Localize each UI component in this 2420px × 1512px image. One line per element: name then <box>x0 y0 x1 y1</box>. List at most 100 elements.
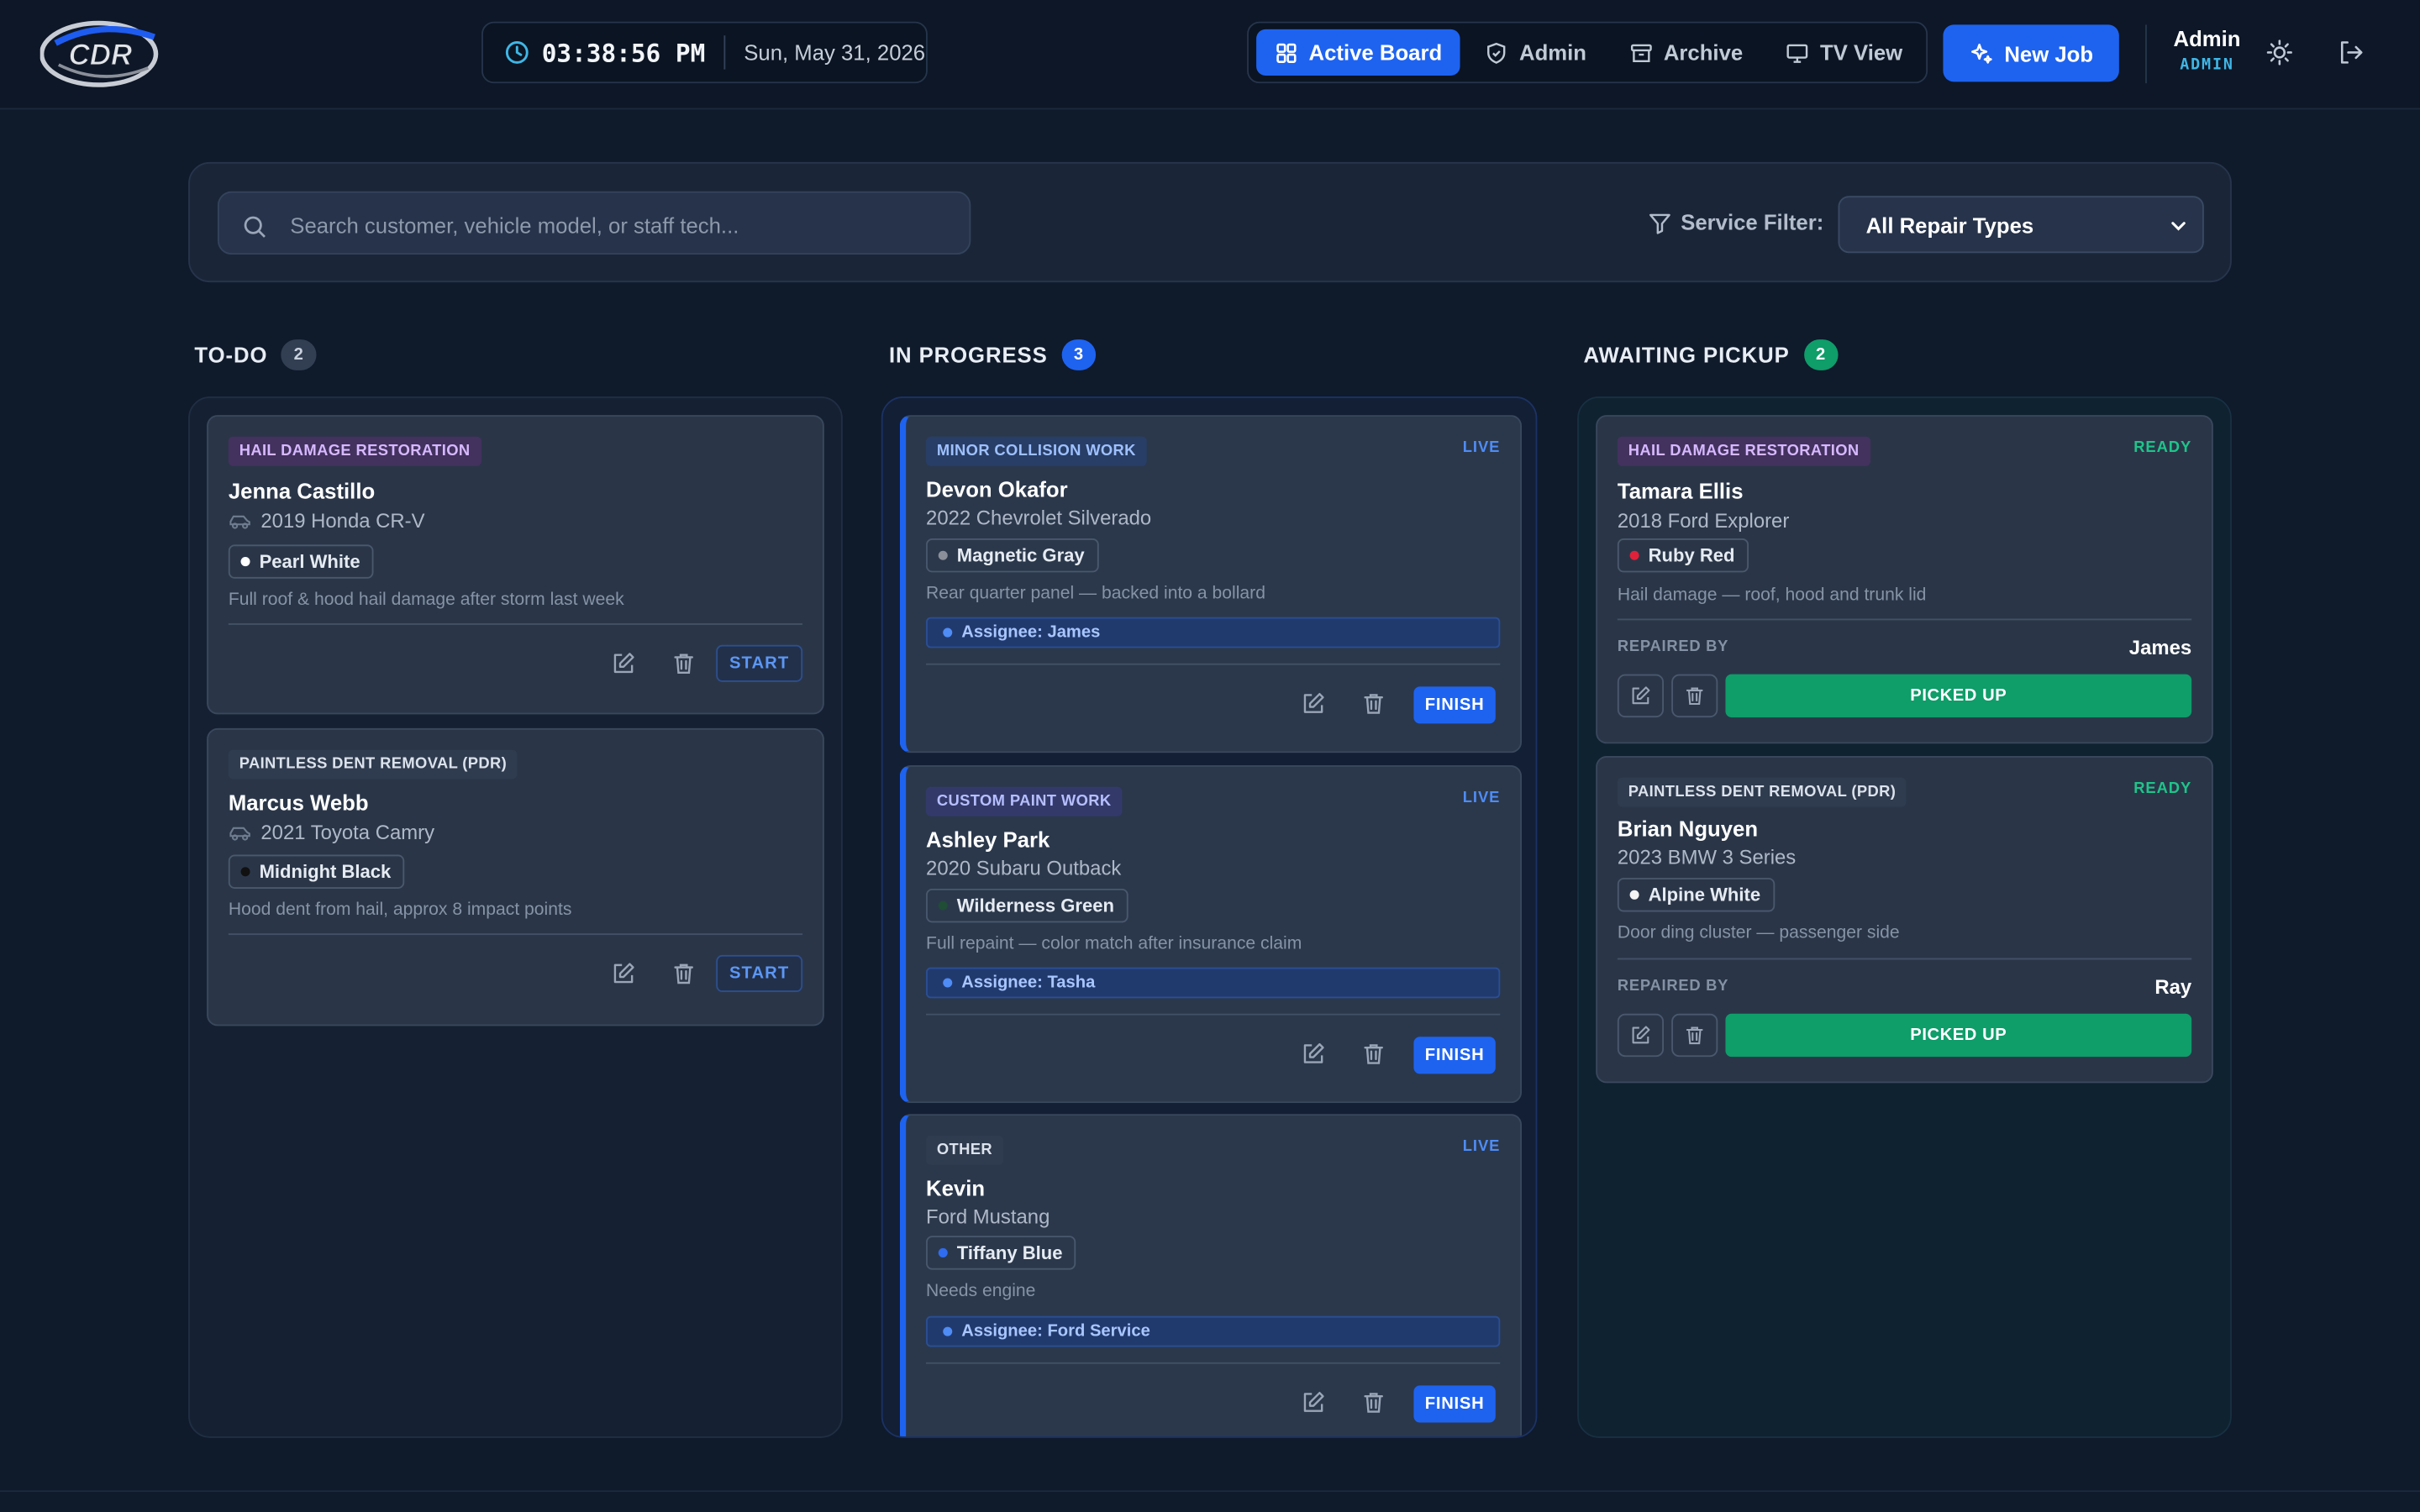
column-todo: HAIL DAMAGE RESTORATION Jenna Castillo 2… <box>188 396 843 1438</box>
assignee-text: Assignee: Ford Service <box>961 1322 1150 1341</box>
edit-icon <box>1632 1026 1650 1044</box>
chevron-down-icon <box>2171 222 2186 231</box>
clock-display: 03:38:56 PM Sun, May 31, 2026 <box>481 21 928 84</box>
job-note: Hood dent from hail, approx 8 impact poi… <box>228 900 572 920</box>
start-button[interactable]: START <box>716 954 803 993</box>
status-badge: READY <box>2133 780 2192 798</box>
job-card[interactable]: PAINTLESS DENT REMOVAL (PDR) Marcus Webb… <box>207 727 824 1026</box>
color-dot <box>240 557 250 567</box>
job-card[interactable]: HAIL DAMAGE RESTORATION Jenna Castillo 2… <box>207 415 824 715</box>
vehicle-model: 2022 Chevrolet Silverado <box>926 506 1152 529</box>
job-card[interactable]: HAIL DAMAGE RESTORATION READY Tamara Ell… <box>1596 415 2213 744</box>
job-card[interactable]: PAINTLESS DENT REMOVAL (PDR) READY Brian… <box>1596 755 2213 1084</box>
color-chip: Alpine White <box>1617 878 1775 912</box>
vehicle-model: 2018 Ford Explorer <box>1617 509 1790 533</box>
service-tag: MINOR COLLISION WORK <box>926 436 1147 466</box>
trash-icon <box>674 654 693 675</box>
search-box <box>217 191 971 256</box>
service-tag: HAIL DAMAGE RESTORATION <box>228 436 481 466</box>
customer-name: Jenna Castillo <box>228 478 376 503</box>
sparkles-icon <box>1970 43 1992 63</box>
service-tag: PAINTLESS DENT REMOVAL (PDR) <box>228 749 518 780</box>
customer-name: Ashley Park <box>926 827 1050 852</box>
edit-button[interactable] <box>1301 691 1328 719</box>
car-icon <box>229 514 250 528</box>
nav-archive[interactable]: Archive <box>1611 29 1761 76</box>
color-chip: Midnight Black <box>228 854 405 889</box>
delete-button[interactable] <box>671 651 699 679</box>
card-divider <box>926 663 1501 665</box>
assignee-text: Assignee: Tasha <box>961 973 1096 993</box>
service-filter-label: Service Filter: <box>1649 210 1823 234</box>
job-note: Needs engine <box>926 1282 1036 1301</box>
filter-icon <box>1649 213 1670 234</box>
card-divider <box>228 623 803 625</box>
edit-icon <box>1632 686 1650 705</box>
edit-icon <box>613 963 634 984</box>
job-card[interactable]: CUSTOM PAINT WORK LIVE Ashley Park 2020 … <box>899 765 1523 1104</box>
finish-button[interactable]: FINISH <box>1413 1385 1496 1423</box>
clock-separator <box>723 35 726 70</box>
column-count: 3 <box>1061 339 1097 370</box>
service-tag: CUSTOM PAINT WORK <box>926 786 1123 816</box>
trash-icon <box>1686 687 1703 706</box>
edit-button[interactable] <box>1617 1013 1664 1058</box>
cdr-logo[interactable]: CDR <box>39 18 160 89</box>
delete-button[interactable] <box>1671 674 1718 718</box>
edit-icon <box>613 653 634 674</box>
job-note: Full repaint — color match after insuran… <box>926 935 1302 954</box>
main-nav: Active Board Admin Archive TV View <box>1247 21 1928 84</box>
delete-button[interactable] <box>1361 1390 1389 1418</box>
footer-divider <box>0 1490 2420 1493</box>
edit-button[interactable] <box>611 651 639 679</box>
archive-icon <box>1630 43 1652 62</box>
color-chip: Pearl White <box>228 544 375 579</box>
color-name: Tiffany Blue <box>956 1242 1063 1264</box>
edit-button[interactable] <box>1617 674 1664 718</box>
sun-icon[interactable] <box>2265 39 2293 66</box>
customer-name: Brian Nguyen <box>1617 816 1759 842</box>
nav-label: Active Board <box>1308 39 1443 66</box>
edit-button[interactable] <box>1301 1042 1328 1069</box>
job-card[interactable]: OTHER LIVE Kevin Ford Mustang Tiffany Bl… <box>899 1114 1523 1436</box>
new-job-label: New Job <box>2004 40 2094 66</box>
logout-icon[interactable] <box>2337 39 2365 66</box>
delete-button[interactable] <box>1361 691 1389 719</box>
edit-icon <box>1303 1042 1324 1063</box>
color-dot <box>1629 550 1639 560</box>
search-input[interactable] <box>287 192 957 256</box>
assignee-badge: Assignee: Tasha <box>926 967 1501 999</box>
start-button[interactable]: START <box>716 644 803 682</box>
delete-button[interactable] <box>671 961 699 989</box>
vehicle-info: 2019 Honda CR-V <box>229 509 425 533</box>
job-card[interactable]: MINOR COLLISION WORK LIVE Devon Okafor 2… <box>899 415 1523 753</box>
finish-button[interactable]: FINISH <box>1413 686 1496 724</box>
picked-up-button[interactable]: PICKED UP <box>1725 674 2192 718</box>
edit-button[interactable] <box>611 961 639 989</box>
new-job-button[interactable]: New Job <box>1943 24 2119 82</box>
edit-icon <box>1303 1392 1324 1412</box>
assignee-text: Assignee: James <box>961 623 1101 643</box>
color-dot <box>240 867 250 877</box>
delete-button[interactable] <box>1671 1013 1718 1058</box>
assignee-badge: Assignee: James <box>926 617 1501 648</box>
color-name: Midnight Black <box>259 860 392 883</box>
color-name: Pearl White <box>259 550 360 573</box>
edit-button[interactable] <box>1301 1390 1328 1418</box>
nav-admin[interactable]: Admin <box>1467 29 1606 76</box>
service-tag: HAIL DAMAGE RESTORATION <box>1617 436 1870 466</box>
color-name: Wilderness Green <box>956 895 1115 917</box>
trash-icon <box>674 963 693 984</box>
card-divider <box>1617 618 2192 621</box>
card-divider <box>1617 958 2192 960</box>
service-filter-select[interactable]: All Repair Types <box>1838 196 2204 254</box>
nav-tv-view[interactable]: TV View <box>1768 29 1922 76</box>
vehicle-model: 2019 Honda CR-V <box>260 509 425 533</box>
column-count: 2 <box>281 339 317 370</box>
nav-active-board[interactable]: Active Board <box>1256 29 1461 76</box>
status-badge: READY <box>2133 439 2192 457</box>
picked-up-button[interactable]: PICKED UP <box>1725 1013 2192 1058</box>
nav-label: TV View <box>1820 39 1903 66</box>
delete-button[interactable] <box>1361 1042 1389 1069</box>
finish-button[interactable]: FINISH <box>1413 1037 1496 1074</box>
